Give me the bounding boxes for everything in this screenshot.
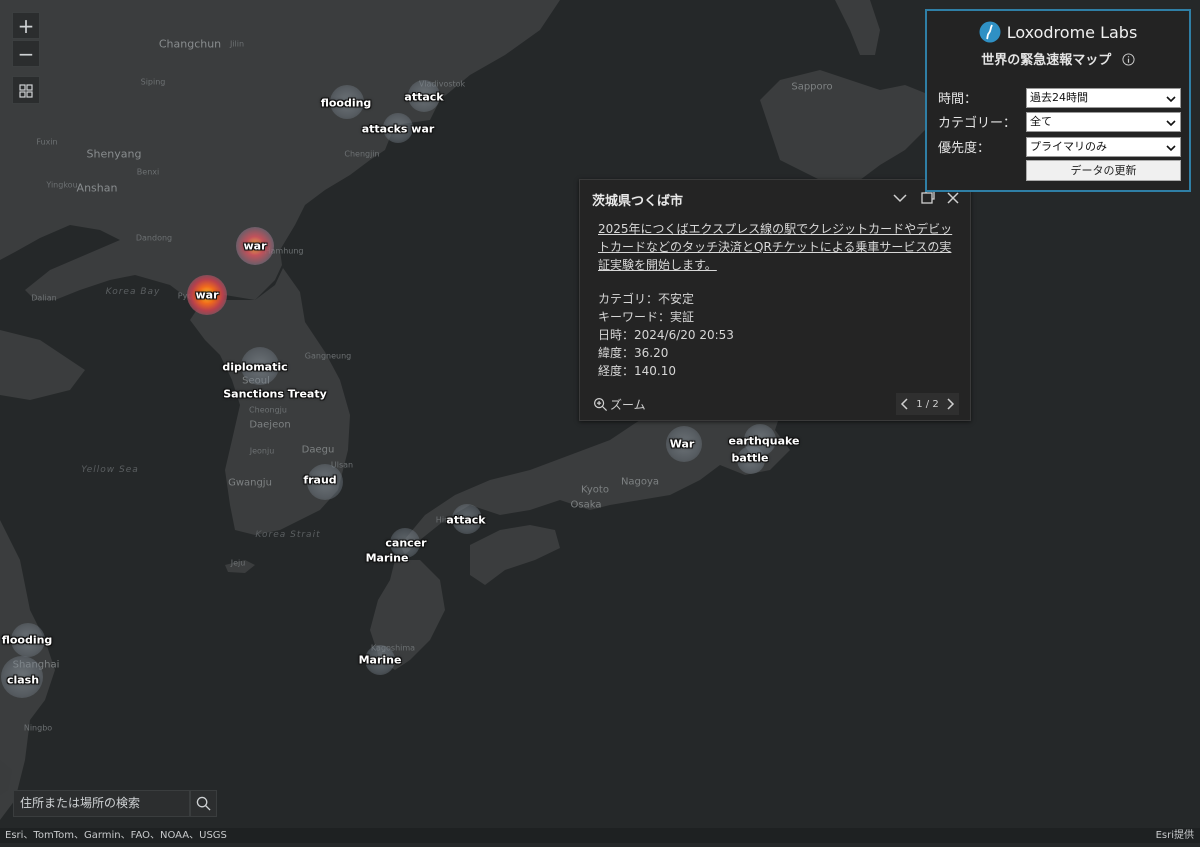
loxodrome-logo-icon	[979, 21, 1001, 43]
zoom-to-feature-button[interactable]: ズーム	[593, 396, 646, 413]
cluster-keyword[interactable]: war	[243, 240, 266, 253]
place-label: Yingkou	[46, 180, 78, 190]
place-label: Fuxin	[36, 137, 58, 147]
popup-title: 茨城県つくば市	[592, 194, 684, 209]
place-label: Jeonju	[249, 446, 275, 456]
sakhalin-landmass	[835, 0, 880, 55]
chevron-down-icon	[1166, 96, 1176, 103]
search-icon	[196, 796, 211, 811]
popup-headline-link[interactable]: 2025年につくばエクスプレス線の駅でクレジットカードやデビットカードなどのタッ…	[598, 220, 958, 274]
chevron-down-icon	[1166, 145, 1176, 152]
chevron-down-icon	[893, 194, 907, 203]
feature-popup: 茨城県つくば市 2025年につくばエクスプレス線の駅でクレジットカードやデビット…	[579, 179, 971, 421]
next-feature-button[interactable]	[947, 398, 955, 410]
home-extent-icon	[19, 84, 33, 98]
cluster-keyword[interactable]: fraud	[303, 474, 336, 487]
category-filter-value: 全て	[1030, 115, 1052, 128]
cluster-keyword[interactable]: flooding	[2, 634, 53, 647]
popup-latitude: 緯度：36.20	[598, 346, 669, 360]
popup-longitude: 経度：140.10	[598, 364, 676, 378]
refresh-data-button[interactable]: データの更新	[1026, 160, 1181, 181]
search-input[interactable]: 住所または場所の検索	[13, 790, 190, 817]
priority-filter-select[interactable]: プライマリのみ	[1026, 137, 1181, 157]
category-filter-select[interactable]: 全て	[1026, 112, 1181, 132]
cluster-keyword[interactable]: earthquake	[728, 435, 799, 448]
place-label: Jeju	[230, 558, 246, 568]
cluster-keyword[interactable]: clash	[7, 674, 39, 687]
info-icon[interactable]	[1122, 53, 1135, 66]
cluster-keyword[interactable]: flooding	[321, 97, 372, 110]
cluster-keyword[interactable]: Marine	[366, 552, 409, 565]
priority-filter-label: 優先度：	[938, 141, 991, 156]
brand: Loxodrome Labs	[927, 21, 1189, 43]
place-label: Changchun	[158, 37, 222, 51]
time-filter-select[interactable]: 過去24時間	[1026, 88, 1181, 108]
chevron-down-icon	[1166, 120, 1176, 127]
triangle-right-icon	[947, 398, 955, 410]
map-title-text: 世界の緊急速報マップ	[981, 53, 1112, 68]
time-filter-value: 過去24時間	[1030, 91, 1088, 104]
cluster-keyword[interactable]: diplomatic	[222, 361, 287, 374]
place-label: Nagoya	[620, 476, 660, 488]
cluster-keyword[interactable]: war	[195, 289, 218, 302]
home-button[interactable]	[12, 76, 40, 104]
popup-category: カテゴリ：不安定	[598, 292, 695, 306]
triangle-left-icon	[900, 398, 908, 410]
place-label: Cheongju	[249, 405, 287, 415]
shandong-landmass	[0, 330, 85, 400]
previous-feature-button[interactable]	[900, 398, 908, 410]
place-label: Sapporo	[791, 81, 833, 93]
place-label: Ningbo	[23, 723, 53, 733]
feature-pager: 1 / 2	[896, 393, 959, 415]
priority-filter-value: プライマリのみ	[1030, 140, 1107, 153]
place-label: Daejeon	[249, 419, 291, 431]
place-label: Korea Bay	[105, 287, 161, 297]
place-label: Korea Strait	[255, 530, 321, 540]
place-label: Siping	[140, 77, 166, 87]
zoom-label: ズーム	[610, 398, 646, 412]
search-button[interactable]	[190, 790, 217, 817]
brand-name: Loxodrome Labs	[1006, 22, 1138, 42]
place-label: Chengjin	[344, 149, 380, 159]
cluster-keyword[interactable]: Marine	[359, 654, 402, 667]
map-title: 世界の緊急速報マップ	[927, 49, 1189, 68]
zoom-in-button[interactable]: +	[12, 12, 40, 39]
place-label: Dandong	[135, 233, 173, 243]
cluster-keyword[interactable]: attacks war	[362, 123, 435, 136]
attribution-bar: Esri、TomTom、Garmin、FAO、NOAA、USGS Esri提供	[0, 828, 1200, 843]
collapse-button[interactable]	[890, 188, 910, 208]
pager-text: 1 / 2	[916, 398, 939, 410]
attribution-powered-by[interactable]: Esri提供	[1156, 828, 1194, 843]
time-filter-label: 時間：	[938, 92, 978, 107]
popup-keyword: キーワード：実証	[598, 310, 695, 324]
cluster-keyword[interactable]: attack	[446, 514, 485, 527]
attribution-sources: Esri、TomTom、Garmin、FAO、NOAA、USGS	[5, 830, 227, 841]
cluster-keyword[interactable]: Sanctions Treaty	[223, 388, 327, 401]
cluster-keyword[interactable]: War	[670, 438, 695, 451]
zoom-in-icon	[593, 397, 608, 412]
place-label: Jilin	[229, 39, 245, 49]
place-label: Anshan	[76, 181, 118, 195]
cluster-keyword[interactable]: attack	[404, 91, 443, 104]
place-label: Kyoto	[581, 484, 609, 496]
place-label: Gwangju	[228, 477, 272, 489]
filter-panel: Loxodrome Labs 世界の緊急速報マップ 時間： 過去24時間 カテゴ…	[925, 9, 1191, 192]
place-label: Osaka	[570, 499, 602, 511]
place-label: Daegu	[301, 444, 335, 456]
category-filter-label: カテゴリー：	[938, 116, 1017, 131]
cluster-keyword[interactable]: cancer	[385, 537, 426, 550]
popup-datetime: 日時：2024/6/20 20:53	[598, 328, 734, 342]
place-label: Yellow Sea	[81, 465, 139, 475]
place-label: Benxi	[136, 167, 160, 177]
shikoku-landmass	[470, 525, 560, 585]
zoom-out-button[interactable]: −	[12, 40, 40, 67]
place-label: Dalian	[31, 293, 57, 303]
cluster-keyword[interactable]: battle	[731, 452, 768, 465]
place-label: Gangneung	[304, 351, 352, 361]
place-label: Shenyang	[86, 147, 142, 161]
